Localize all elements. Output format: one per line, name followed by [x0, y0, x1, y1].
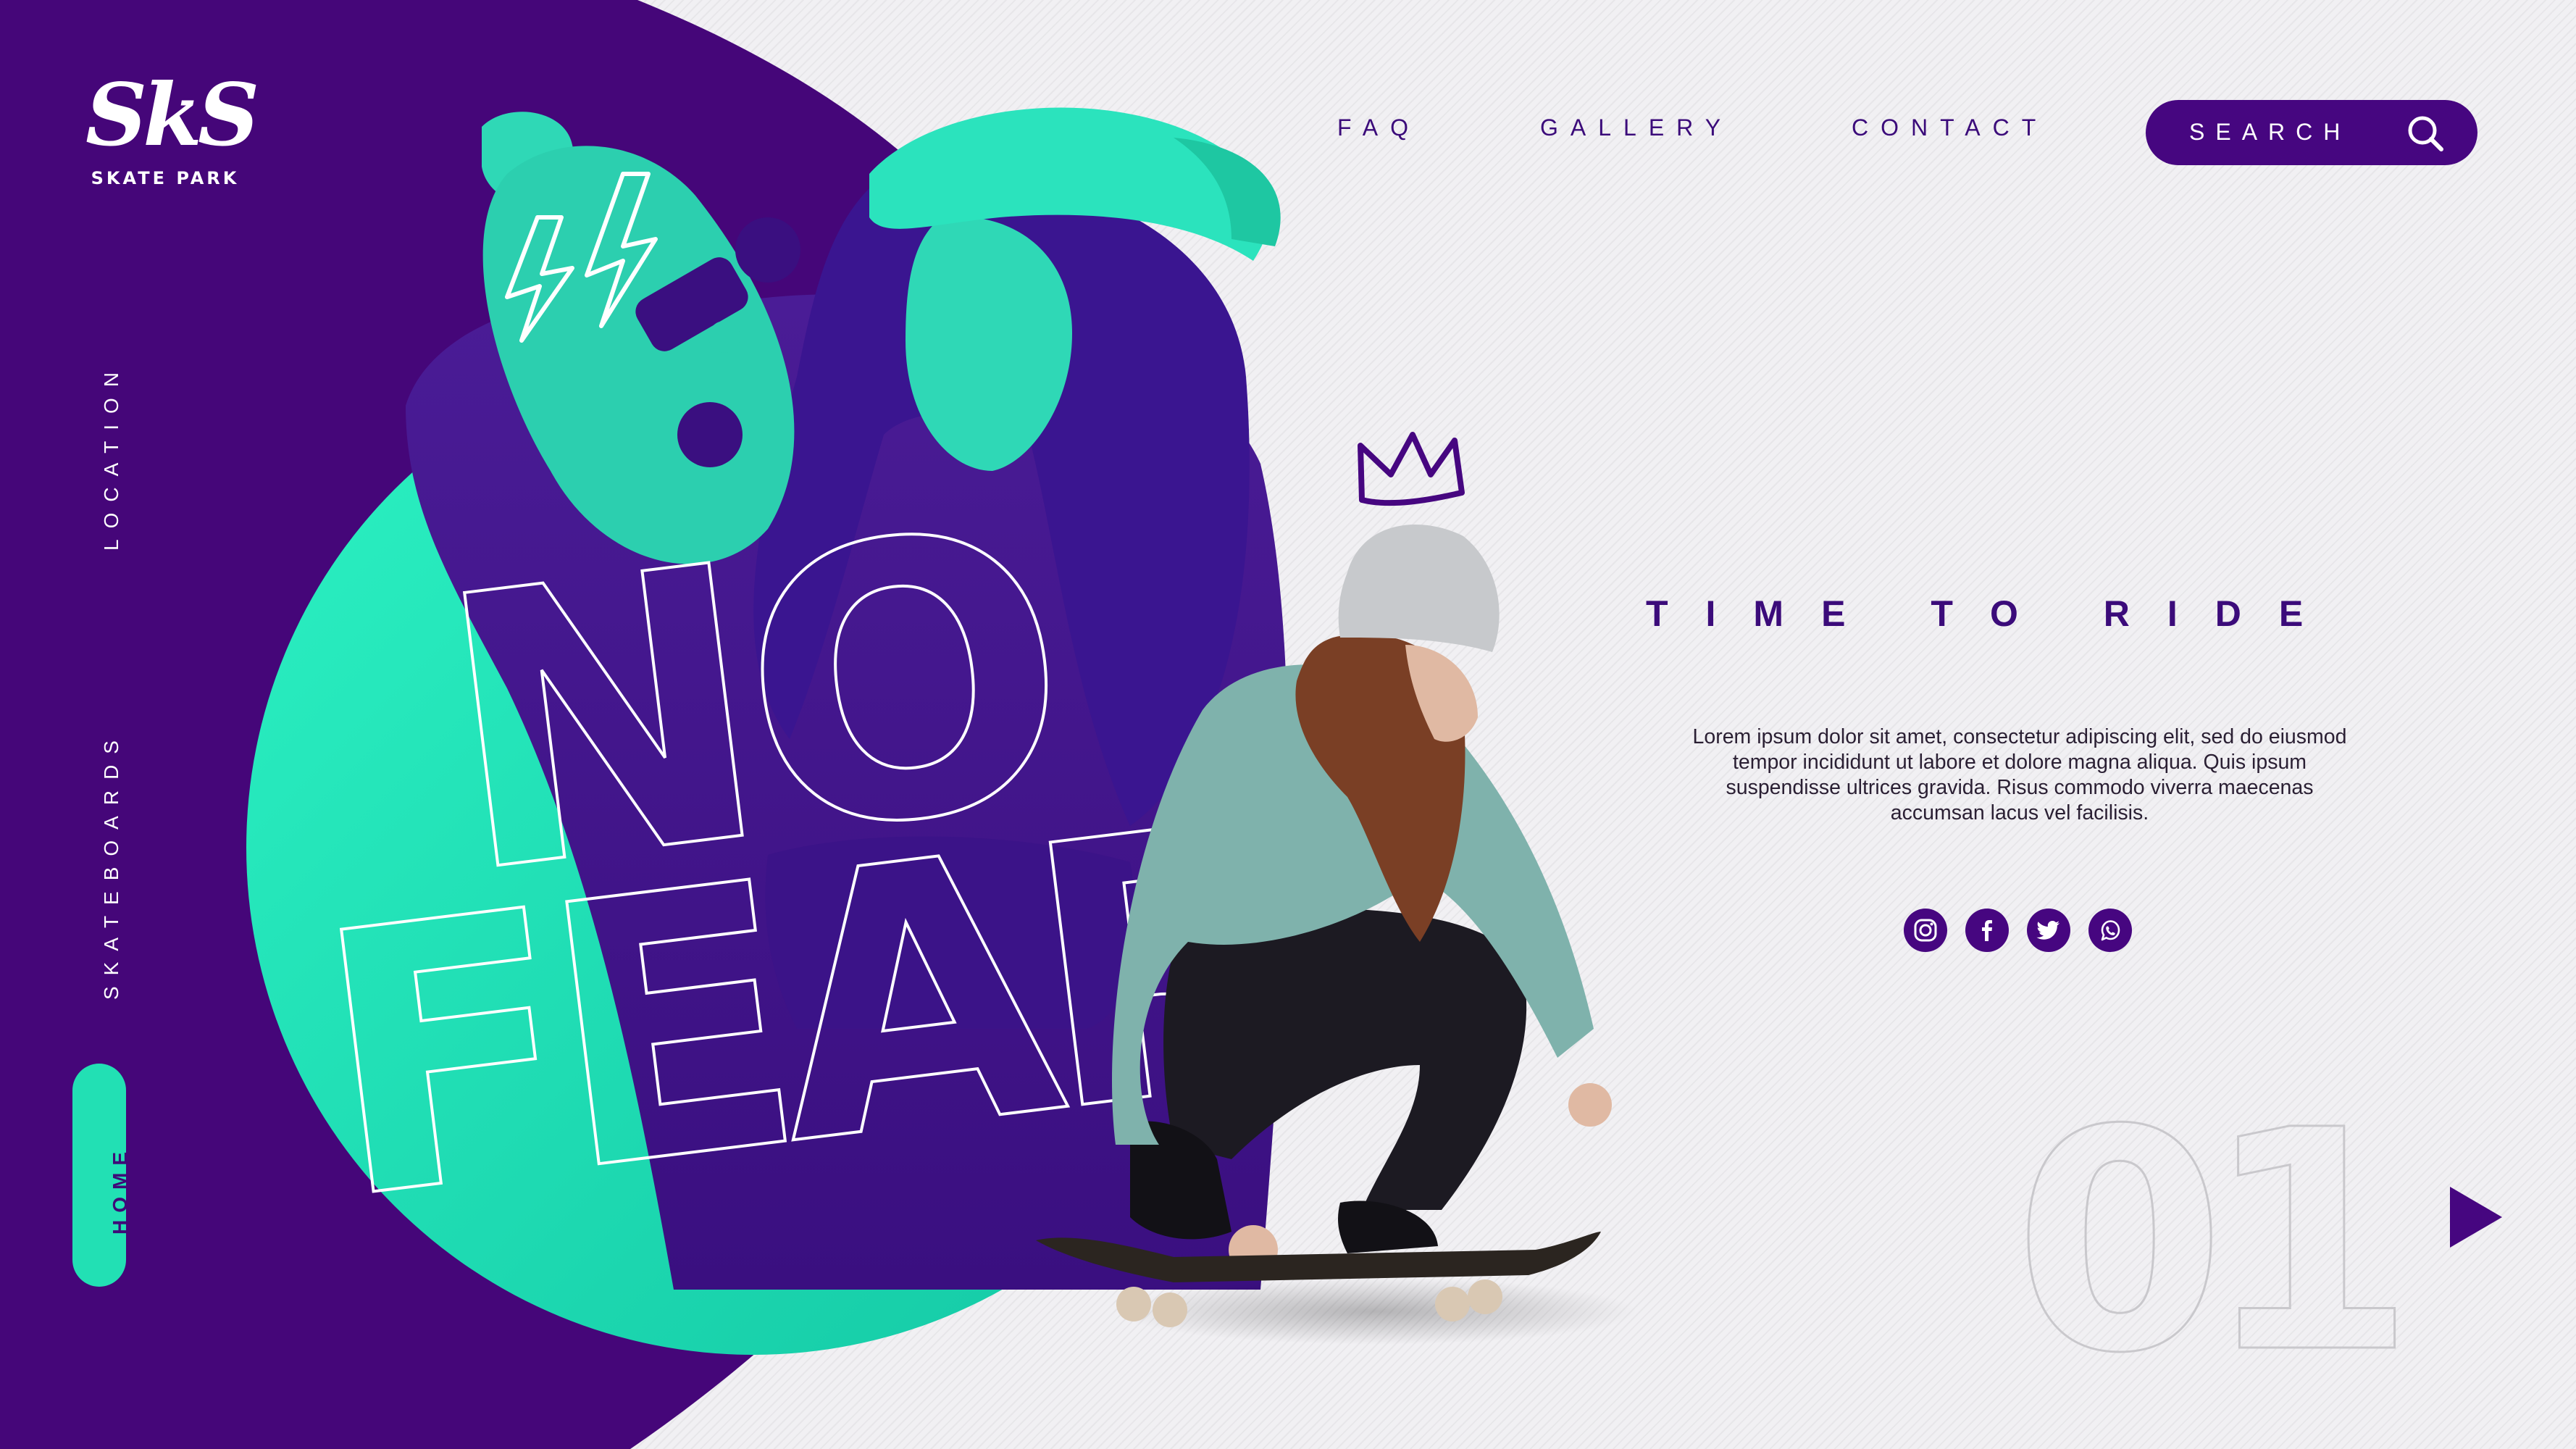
crown-doodle [1358, 432, 1465, 506]
next-slide-arrow-icon[interactable] [2450, 1187, 2502, 1248]
whatsapp-icon [2101, 920, 2120, 941]
instagram-icon [1914, 919, 1937, 942]
sidenav-item-home[interactable]: HOME [72, 1064, 131, 1287]
search-button[interactable]: SEARCH [2146, 100, 2477, 165]
sidenav-item-skateboards[interactable]: SKATEBOARDS [100, 730, 123, 1000]
whatsapp-link[interactable] [2088, 909, 2132, 952]
search-label: SEARCH [2189, 119, 2351, 145]
facebook-icon [1982, 920, 1992, 941]
nav-gallery-link[interactable]: GALLERY [1540, 114, 1733, 141]
twitter-link[interactable] [2027, 909, 2070, 952]
sidenav-item-location[interactable]: LOCATION [100, 362, 123, 551]
sidenav-home-label: HOME [109, 1145, 131, 1235]
tagline-heading: TIME TO RIDE [1646, 593, 2341, 634]
slide-number: 01 [2014, 1080, 2420, 1377]
facebook-link[interactable] [1965, 909, 2009, 952]
slide-number-text: 01 [2014, 1080, 2399, 1377]
twitter-icon [2036, 921, 2059, 940]
search-icon [2408, 116, 2443, 151]
social-links [1904, 909, 2132, 952]
nav-contact-link[interactable]: CONTACT [1852, 114, 2048, 141]
instagram-link[interactable] [1904, 909, 1947, 952]
nav-faq-link[interactable]: FAQ [1337, 114, 1421, 141]
intro-paragraph: Lorem ipsum dolor sit amet, consectetur … [1692, 725, 2347, 824]
